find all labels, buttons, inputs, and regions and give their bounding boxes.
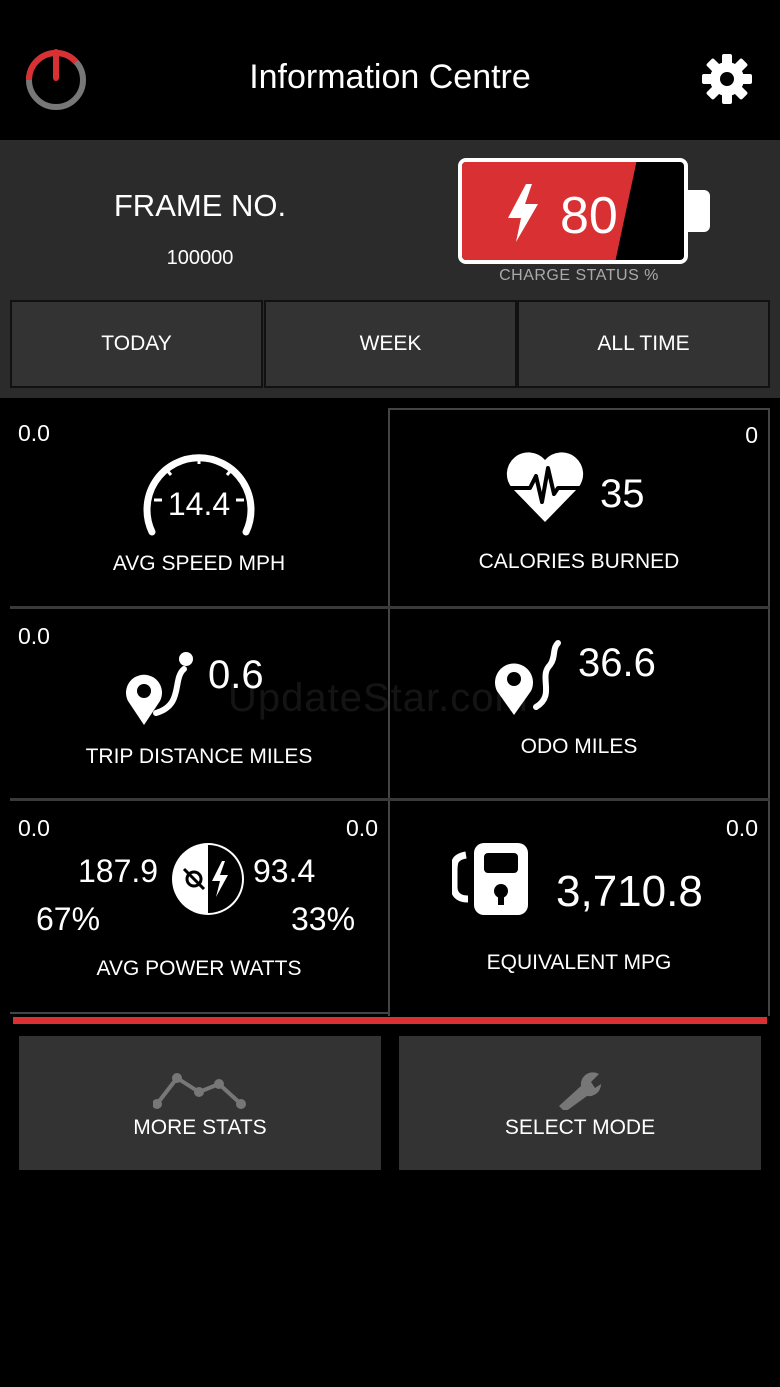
info-panel: FRAME NO. 100000 80 CHARGE STATUS % TODA… [0,140,780,398]
tab-all-time[interactable]: ALL TIME [517,300,770,388]
avg-speed-corner-value: 0.0 [18,420,50,446]
battery-tip [688,190,710,232]
rider-power-value: 187.9 [78,853,159,889]
accent-divider [13,1017,767,1024]
equivalent-mpg-tile[interactable]: 0.0 3,710.8 EQUIVALENT MPG [390,801,768,1012]
charge-value: 80 [560,187,618,245]
grid-divider [768,408,770,1016]
mpg-value: 3,710.8 [556,867,703,916]
calories-tile[interactable]: 0 35 CALORIES BURNED [390,410,768,606]
avg-speed-tile[interactable]: 0.0 14.4 AVG SPEED MPH [10,408,388,606]
period-tabs: TODAY WEEK ALL TIME [10,300,770,388]
grid-divider [10,1012,390,1014]
tab-today[interactable]: TODAY [10,300,263,388]
power-rider-corner-value: 0.0 [18,815,50,841]
wrench-icon [559,1072,602,1110]
charge-status-label: CHARGE STATUS % [499,267,659,284]
rider-power-percent: 67% [36,901,101,937]
tab-week[interactable]: WEEK [264,300,517,388]
motor-power-percent: 33% [291,901,356,937]
page-title: Information Centre [249,58,531,96]
calories-value: 35 [600,472,645,516]
route-pin-icon [126,652,193,725]
calories-corner-value: 0 [745,422,758,448]
line-chart-icon [153,1073,246,1109]
odometer-value: 36.6 [578,641,656,685]
motor-power-value: 93.4 [253,853,316,889]
lightning-bolt-icon [508,184,538,242]
more-stats-button[interactable]: MORE STATS [19,1036,381,1170]
odometer-label: ODO MILES [520,735,638,758]
fuel-pump-icon [452,843,528,915]
select-mode-label: SELECT MODE [504,1116,656,1139]
frame-number-value: 100000 [166,247,234,269]
trip-distance-corner-value: 0.0 [18,623,50,649]
watermark: UpdateStar.com [228,676,529,720]
calories-label: CALORIES BURNED [478,550,680,573]
battery-indicator: 80 [458,158,688,264]
app-header: Information Centre [0,0,780,140]
frame-number-label: FRAME NO. [113,188,287,223]
avg-speed-label: AVG SPEED MPH [112,552,286,575]
select-mode-button[interactable]: SELECT MODE [399,1036,761,1170]
avg-speed-value: 14.4 [167,486,231,522]
power-motor-corner-value: 0.0 [346,815,378,841]
avg-power-label: AVG POWER WATTS [96,957,302,980]
heart-rate-icon [506,452,584,522]
avg-power-tile[interactable]: 0.0 0.0 187.9 93.4 67% 33% AVG POWER WAT… [10,801,388,1012]
mpg-label: EQUIVALENT MPG [486,951,672,974]
more-stats-label: MORE STATS [133,1116,267,1139]
trip-distance-label: TRIP DISTANCE MILES [85,745,313,768]
gear-icon[interactable] [700,52,754,106]
mpg-corner-value: 0.0 [726,815,758,841]
power-split-icon [172,843,244,915]
